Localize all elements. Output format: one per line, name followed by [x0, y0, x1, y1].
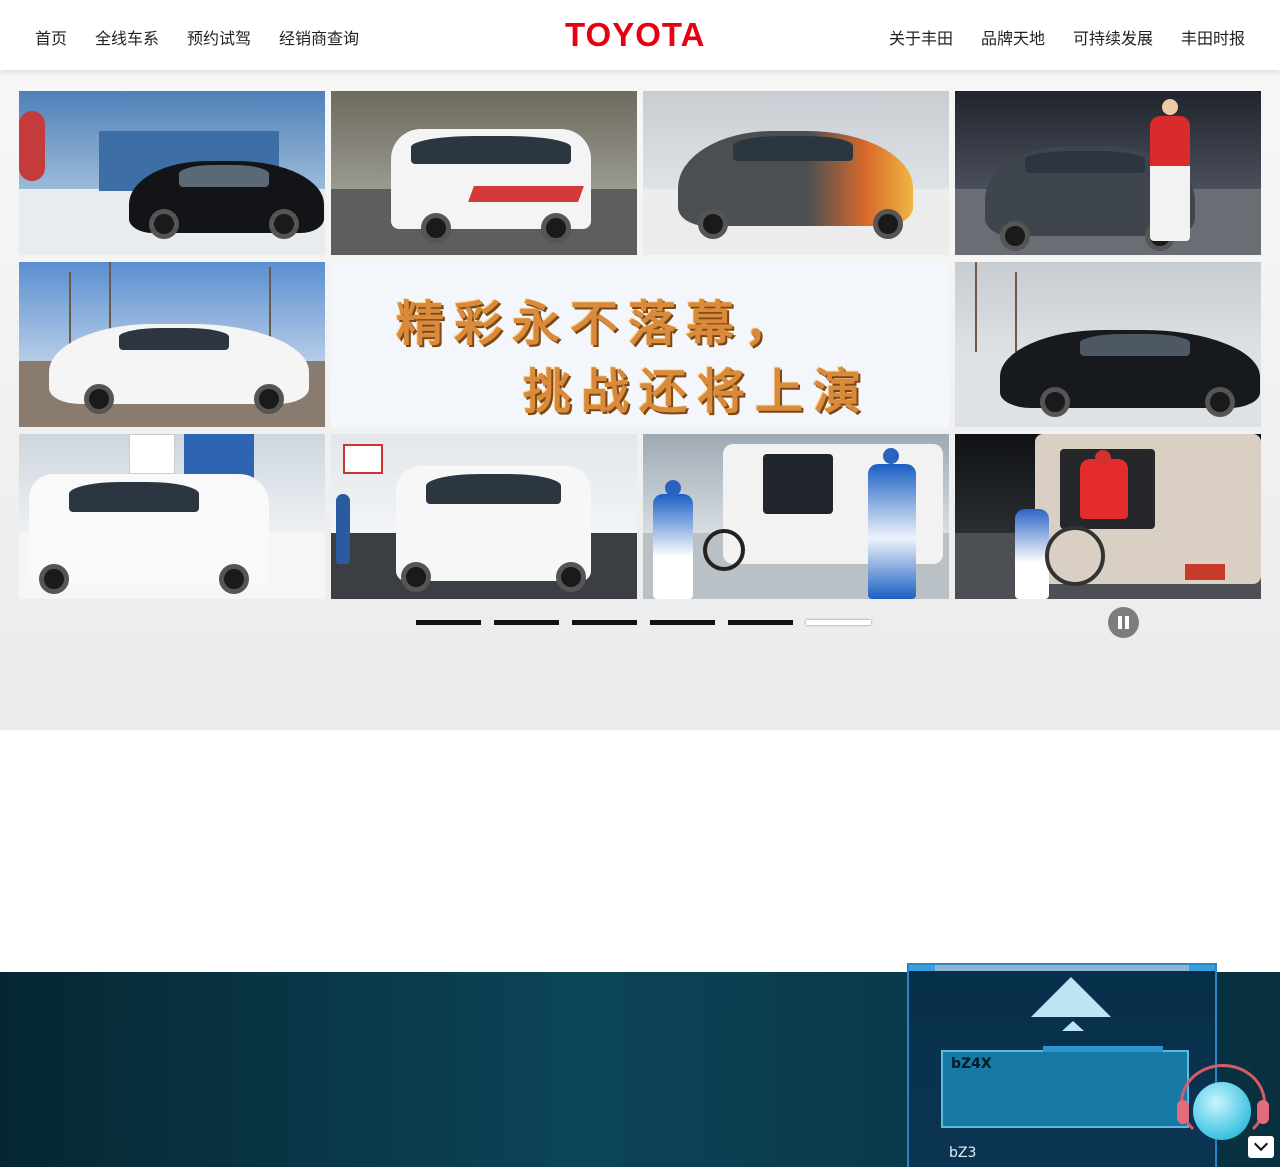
model-tab-accent [1043, 1046, 1163, 1052]
hero-slogan-panel: 精彩永不落幕， 挑战还将上演 [331, 262, 949, 427]
pause-icon[interactable] [1108, 607, 1139, 638]
carousel-dot-1[interactable] [416, 620, 481, 625]
chevron-down-icon[interactable] [1248, 1136, 1274, 1158]
nav-dealer-search[interactable]: 经销商查询 [279, 25, 359, 49]
toyota-logo[interactable]: TOYOTA [565, 16, 705, 54]
nav-left: 首页 全线车系 预约试驾 经销商查询 [35, 25, 359, 49]
nav-about-toyota[interactable]: 关于丰田 [889, 25, 953, 49]
photo-bz4x-torchbearer [955, 91, 1261, 255]
photo-avalon-black [955, 262, 1261, 427]
slogan-line-1: 精彩永不落幕， [396, 296, 803, 352]
photo-bz4x-suv [643, 91, 949, 255]
carousel-indicators [416, 620, 871, 625]
assistant-avatar [1193, 1082, 1251, 1140]
photo-mirai-winter [19, 91, 325, 255]
nav-home[interactable]: 首页 [35, 25, 67, 49]
nav-test-drive[interactable]: 预约试驾 [187, 25, 251, 49]
carousel-dot-4[interactable] [650, 620, 715, 625]
nav-right: 关于丰田 品牌天地 可持续发展 丰田时报 [889, 25, 1245, 49]
photo-accessible-van [643, 434, 949, 599]
chevron-up-icon[interactable] [1031, 977, 1111, 1017]
nav-toyota-times[interactable]: 丰田时报 [1181, 25, 1245, 49]
photo-coaster-bus [331, 91, 637, 255]
nav-all-models[interactable]: 全线车系 [95, 25, 159, 49]
photo-camry-white [19, 262, 325, 427]
carousel-dot-3[interactable] [572, 620, 637, 625]
model-item-next[interactable]: bZ3 [949, 1145, 976, 1161]
slogan-line-2: 挑战还将上演 [523, 364, 872, 420]
small-chevron-up-icon [1062, 1021, 1084, 1031]
headset-ear-left [1177, 1100, 1189, 1124]
chat-assistant-button[interactable] [1176, 1064, 1270, 1146]
model-label-active: bZ4X [951, 1056, 992, 1072]
site-header: 首页 全线车系 预约试驾 经销商查询 TOYOTA 关于丰田 品牌天地 可持续发… [0, 0, 1280, 70]
carousel-dot-6[interactable] [806, 620, 871, 625]
widget-top-bar [909, 965, 1215, 971]
photo-highlander-white [331, 434, 637, 599]
carousel-dot-2[interactable] [494, 620, 559, 625]
nav-sustainability[interactable]: 可持续发展 [1073, 25, 1153, 49]
photo-wheelchair-van-night [955, 434, 1261, 599]
nav-brand-world[interactable]: 品牌天地 [981, 25, 1045, 49]
carousel-dot-5[interactable] [728, 620, 793, 625]
model-item-active[interactable]: bZ4X [941, 1046, 1189, 1128]
model-selector-widget: bZ4X bZ3 [907, 963, 1217, 1167]
photo-rav4-white [19, 434, 325, 599]
headset-ear-right [1257, 1100, 1269, 1124]
